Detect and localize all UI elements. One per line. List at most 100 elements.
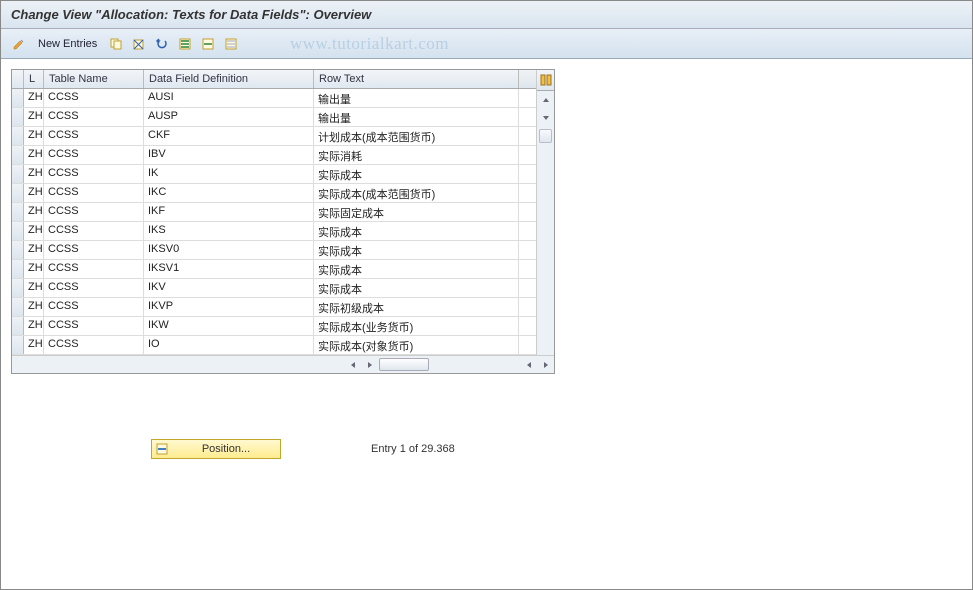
vertical-scrollbar[interactable] xyxy=(536,70,554,355)
row-selector[interactable] xyxy=(12,146,24,164)
deselect-all-icon[interactable] xyxy=(221,34,241,54)
cell-language[interactable]: ZH xyxy=(24,279,44,297)
row-selector[interactable] xyxy=(12,108,24,126)
cell-language[interactable]: ZH xyxy=(24,336,44,354)
table-row[interactable]: ZHCCSSIBV实际消耗 xyxy=(12,146,536,165)
table-row[interactable]: ZHCCSSIKC实际成本(成本范围货币) xyxy=(12,184,536,203)
position-button[interactable]: Position... xyxy=(151,439,281,459)
cell-row-text[interactable]: 实际成本 xyxy=(314,222,519,240)
table-row[interactable]: ZHCCSSIKSV1实际成本 xyxy=(12,260,536,279)
cell-language[interactable]: ZH xyxy=(24,317,44,335)
cell-language[interactable]: ZH xyxy=(24,184,44,202)
cell-data-field-definition[interactable]: CKF xyxy=(144,127,314,145)
table-row[interactable]: ZHCCSSIK实际成本 xyxy=(12,165,536,184)
cell-row-text[interactable]: 计划成本(成本范围货币) xyxy=(314,127,519,145)
cell-row-text[interactable]: 实际成本 xyxy=(314,260,519,278)
cell-language[interactable]: ZH xyxy=(24,165,44,183)
table-row[interactable]: ZHCCSSIKSV0实际成本 xyxy=(12,241,536,260)
cell-table-name[interactable]: CCSS xyxy=(44,203,144,221)
cell-data-field-definition[interactable]: AUSI xyxy=(144,89,314,107)
table-row[interactable]: ZHCCSSCKF计划成本(成本范围货币) xyxy=(12,127,536,146)
cell-row-text[interactable]: 实际消耗 xyxy=(314,146,519,164)
cell-table-name[interactable]: CCSS xyxy=(44,317,144,335)
table-row[interactable]: ZHCCSSAUSP输出量 xyxy=(12,108,536,127)
row-selector[interactable] xyxy=(12,184,24,202)
row-selector[interactable] xyxy=(12,203,24,221)
row-selector[interactable] xyxy=(12,222,24,240)
copy-icon[interactable] xyxy=(106,34,126,54)
scroll-right-end-icon[interactable] xyxy=(537,356,554,373)
cell-data-field-definition[interactable]: IKSV0 xyxy=(144,241,314,259)
cell-table-name[interactable]: CCSS xyxy=(44,298,144,316)
table-row[interactable]: ZHCCSSIKVP实际初级成本 xyxy=(12,298,536,317)
row-selector[interactable] xyxy=(12,298,24,316)
cell-table-name[interactable]: CCSS xyxy=(44,222,144,240)
row-selector[interactable] xyxy=(12,165,24,183)
cell-table-name[interactable]: CCSS xyxy=(44,260,144,278)
cell-row-text[interactable]: 实际成本 xyxy=(314,279,519,297)
cell-language[interactable]: ZH xyxy=(24,146,44,164)
cell-data-field-definition[interactable]: IO xyxy=(144,336,314,354)
table-row[interactable]: ZHCCSSIKW实际成本(业务货币) xyxy=(12,317,536,336)
row-selector-header[interactable] xyxy=(12,70,24,88)
cell-language[interactable]: ZH xyxy=(24,203,44,221)
table-row[interactable]: ZHCCSSAUSI输出量 xyxy=(12,89,536,108)
configure-columns-icon[interactable] xyxy=(537,70,554,91)
cell-row-text[interactable]: 实际固定成本 xyxy=(314,203,519,221)
cell-language[interactable]: ZH xyxy=(24,222,44,240)
new-entries-button[interactable]: New Entries xyxy=(32,36,103,52)
cell-row-text[interactable]: 实际成本(成本范围货币) xyxy=(314,184,519,202)
scroll-track[interactable] xyxy=(537,145,554,355)
cell-table-name[interactable]: CCSS xyxy=(44,241,144,259)
cell-row-text[interactable]: 实际成本(业务货币) xyxy=(314,317,519,335)
col-header-row-text[interactable]: Row Text xyxy=(314,70,519,88)
cell-row-text[interactable]: 实际成本 xyxy=(314,165,519,183)
cell-language[interactable]: ZH xyxy=(24,89,44,107)
scroll-right-icon[interactable] xyxy=(361,356,378,373)
cell-data-field-definition[interactable]: IBV xyxy=(144,146,314,164)
cell-data-field-definition[interactable]: IKSV1 xyxy=(144,260,314,278)
table-row[interactable]: ZHCCSSIKV实际成本 xyxy=(12,279,536,298)
cell-language[interactable]: ZH xyxy=(24,260,44,278)
table-row[interactable]: ZHCCSSIKS实际成本 xyxy=(12,222,536,241)
toggle-display-change-icon[interactable] xyxy=(9,34,29,54)
cell-table-name[interactable]: CCSS xyxy=(44,108,144,126)
cell-table-name[interactable]: CCSS xyxy=(44,184,144,202)
cell-data-field-definition[interactable]: IKV xyxy=(144,279,314,297)
cell-row-text[interactable]: 实际成本(对象货币) xyxy=(314,336,519,354)
cell-row-text[interactable]: 实际成本 xyxy=(314,241,519,259)
delete-icon[interactable] xyxy=(129,34,149,54)
undo-icon[interactable] xyxy=(152,34,172,54)
cell-table-name[interactable]: CCSS xyxy=(44,146,144,164)
col-header-language[interactable]: L xyxy=(24,70,44,88)
col-header-data-field-definition[interactable]: Data Field Definition xyxy=(144,70,314,88)
scroll-left-icon[interactable] xyxy=(344,356,361,373)
cell-data-field-definition[interactable]: IK xyxy=(144,165,314,183)
cell-row-text[interactable]: 输出量 xyxy=(314,108,519,126)
row-selector[interactable] xyxy=(12,336,24,354)
cell-table-name[interactable]: CCSS xyxy=(44,165,144,183)
h-scroll-thumb[interactable] xyxy=(379,358,429,371)
cell-language[interactable]: ZH xyxy=(24,127,44,145)
cell-data-field-definition[interactable]: IKC xyxy=(144,184,314,202)
cell-language[interactable]: ZH xyxy=(24,241,44,259)
cell-table-name[interactable]: CCSS xyxy=(44,89,144,107)
table-row[interactable]: ZHCCSSIO实际成本(对象货币) xyxy=(12,336,536,355)
cell-table-name[interactable]: CCSS xyxy=(44,279,144,297)
scroll-left-end-icon[interactable] xyxy=(520,356,537,373)
horizontal-scrollbar[interactable] xyxy=(12,355,554,373)
row-selector[interactable] xyxy=(12,241,24,259)
cell-data-field-definition[interactable]: IKVP xyxy=(144,298,314,316)
cell-language[interactable]: ZH xyxy=(24,108,44,126)
table-row[interactable]: ZHCCSSIKF实际固定成本 xyxy=(12,203,536,222)
cell-data-field-definition[interactable]: IKS xyxy=(144,222,314,240)
select-all-icon[interactable] xyxy=(175,34,195,54)
cell-language[interactable]: ZH xyxy=(24,298,44,316)
row-selector[interactable] xyxy=(12,260,24,278)
scroll-up-icon[interactable] xyxy=(537,91,554,109)
cell-table-name[interactable]: CCSS xyxy=(44,336,144,354)
select-block-icon[interactable] xyxy=(198,34,218,54)
cell-data-field-definition[interactable]: IKF xyxy=(144,203,314,221)
scroll-thumb[interactable] xyxy=(537,127,554,145)
cell-row-text[interactable]: 输出量 xyxy=(314,89,519,107)
